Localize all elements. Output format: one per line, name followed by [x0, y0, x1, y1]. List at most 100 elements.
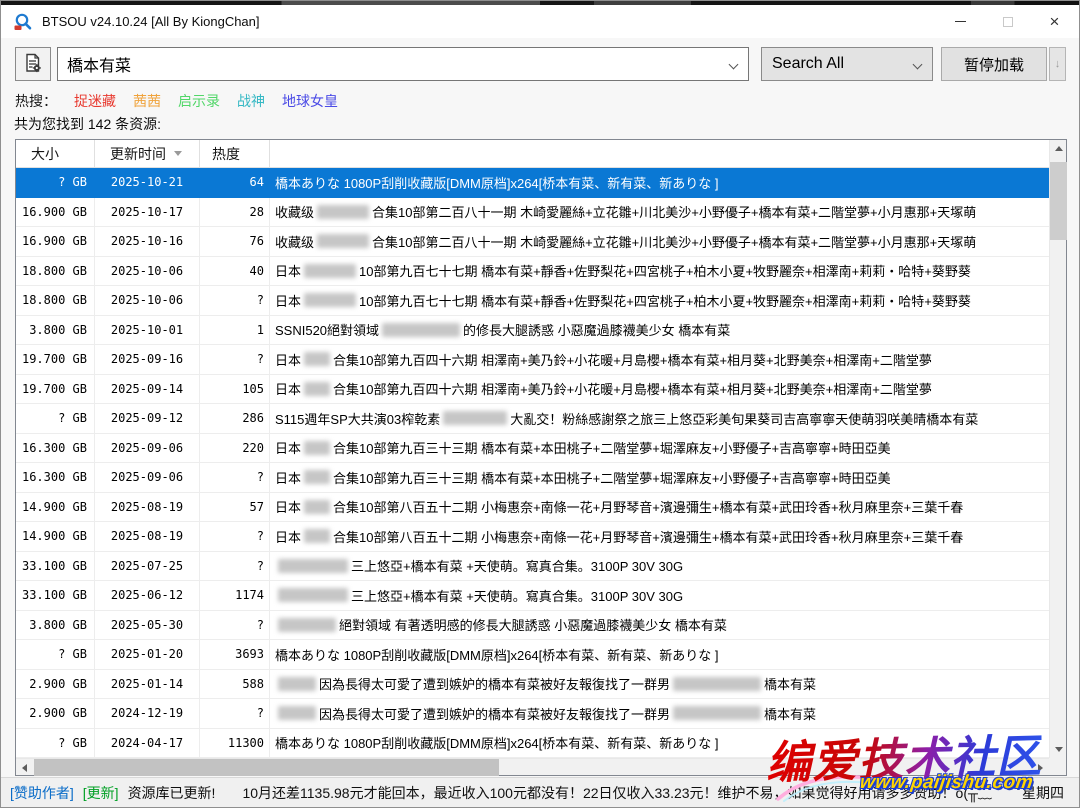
table-row[interactable]: 18.800 GB2025-10-06?日本10部第九百七十七期 橋本有菜+靜香…: [16, 286, 1049, 316]
hot-search-link-4[interactable]: 战神: [237, 91, 265, 111]
maximize-button[interactable]: [984, 5, 1031, 38]
search-engine-select[interactable]: Search All: [761, 47, 933, 81]
table-row[interactable]: 16.300 GB2025-09-06?日本合集10部第九百三十三期 橋本有菜+…: [16, 463, 1049, 493]
table-row[interactable]: 16.300 GB2025-09-06220日本合集10部第九百三十三期 橋本有…: [16, 434, 1049, 464]
title-text: 的修長大腿誘惑 小惡魔過膝襪美少女 橋本有菜: [463, 320, 730, 339]
title-text: 日本: [275, 379, 301, 398]
table-row[interactable]: 3.800 GB2025-05-30?絕對領域 有著透明感的修長大腿誘惑 小惡魔…: [16, 611, 1049, 641]
censored-text: [304, 529, 330, 543]
header-heat[interactable]: 热度: [200, 140, 270, 167]
table-row[interactable]: 16.900 GB2025-10-1728收藏级合集10部第二百八十一期 木崎愛…: [16, 198, 1049, 228]
scroll-up-button[interactable]: [1050, 140, 1067, 157]
update-link[interactable]: [更新]: [83, 783, 119, 803]
header-title[interactable]: [270, 140, 1049, 167]
search-input[interactable]: 橋本有菜: [57, 47, 749, 81]
document-gear-icon: [22, 52, 44, 77]
table-row[interactable]: 3.800 GB2025-10-011SSNI520絕對領域 的修長大腿誘惑 小…: [16, 316, 1049, 346]
cell-title: 三上悠亞+橋本有菜 +天使萌。寫真合集。3100P 30V 30G: [270, 581, 1049, 610]
cell-size: ? GB: [16, 729, 95, 758]
table-row[interactable]: 33.100 GB2025-07-25? 三上悠亞+橋本有菜 +天使萌。寫真合集…: [16, 552, 1049, 582]
cell-size: 19.700 GB: [16, 345, 95, 374]
cell-size: 19.700 GB: [16, 375, 95, 404]
censored-text: [304, 500, 330, 514]
cell-date: 2025-10-16: [95, 227, 200, 256]
table-row[interactable]: 16.900 GB2025-10-1676收藏级合集10部第二百八十一期 木崎愛…: [16, 227, 1049, 257]
title-text: 10部第九百七十七期 橋本有菜+靜香+佐野梨花+四宮桃子+柏木小夏+牧野麗奈+相…: [359, 291, 971, 310]
cell-heat: 40: [200, 257, 270, 286]
table-row[interactable]: ? GB2024-04-1711300橋本ありな 1080P刮削收藏版[DMM原…: [16, 729, 1049, 759]
table-row[interactable]: 33.100 GB2025-06-121174 三上悠亞+橋本有菜 +天使萌。寫…: [16, 581, 1049, 611]
hot-search-link-1[interactable]: 捉迷藏: [74, 91, 116, 111]
cell-date: 2025-08-19: [95, 493, 200, 522]
sponsor-author-link[interactable]: [赞助作者]: [10, 783, 74, 803]
censored-text: [278, 588, 348, 602]
minimize-button[interactable]: [937, 5, 984, 38]
horizontal-scroll-thumb[interactable]: [34, 759, 499, 776]
cell-size: 3.800 GB: [16, 611, 95, 640]
pause-loading-button[interactable]: 暂停加载: [941, 47, 1047, 81]
table-row[interactable]: 19.700 GB2025-09-16?日本合集10部第九百四十六期 相澤南+美…: [16, 345, 1049, 375]
triangle-right-icon: [1038, 764, 1043, 772]
cell-title: 日本合集10部第九百三十三期 橋本有菜+本田桃子+二階堂夢+堀澤麻友+小野優子+…: [270, 434, 1049, 463]
cell-title: 日本合集10部第九百四十六期 相澤南+美乃鈴+小花暖+月島櫻+橋本有菜+相月葵+…: [270, 345, 1049, 374]
download-drop-button[interactable]: ↓: [1049, 47, 1066, 81]
table-row[interactable]: 19.700 GB2025-09-14105日本合集10部第九百四十六期 相澤南…: [16, 375, 1049, 405]
chevron-down-icon[interactable]: [729, 60, 739, 70]
cell-title: 收藏级合集10部第二百八十一期 木崎愛麗絲+立花雛+川北美沙+小野優子+橋本有菜…: [270, 227, 1049, 256]
cell-title: 收藏级合集10部第二百八十一期 木崎愛麗絲+立花雛+川北美沙+小野優子+橋本有菜…: [270, 198, 1049, 227]
table-body: ? GB2025-10-2164橋本ありな 1080P刮削收藏版[DMM原档]x…: [16, 168, 1049, 758]
table-header: 大小 更新时间 热度: [16, 140, 1049, 168]
cell-heat: ?: [200, 345, 270, 374]
cell-title: S115週年SP大共演03榨乾素大亂交！粉絲感謝祭之旅三上悠亞彩美旬果葵司吉高寧…: [270, 404, 1049, 433]
header-date[interactable]: 更新时间: [95, 140, 200, 167]
table-row[interactable]: 14.900 GB2025-08-19?日本合集10部第八百五十二期 小梅惠奈+…: [16, 522, 1049, 552]
table-row[interactable]: 2.900 GB2025-01-14588 因為長得太可愛了遭到嫉妒的橋本有菜被…: [16, 670, 1049, 700]
cell-date: 2025-01-14: [95, 670, 200, 699]
minimize-icon: [955, 21, 966, 22]
table-row[interactable]: 18.800 GB2025-10-0640日本10部第九百七十七期 橋本有菜+靜…: [16, 257, 1049, 287]
search-settings-button[interactable]: [15, 47, 51, 81]
chevron-down-icon[interactable]: [913, 60, 923, 70]
scroll-left-button[interactable]: [16, 759, 33, 776]
cell-date: 2024-12-19: [95, 699, 200, 728]
cell-date: 2025-06-12: [95, 581, 200, 610]
horizontal-scrollbar[interactable]: [16, 758, 1049, 775]
vertical-scroll-thumb[interactable]: [1050, 162, 1067, 240]
maximize-icon: [1003, 17, 1013, 27]
window-title: BTSOU v24.10.24 [All By KiongChan]: [42, 14, 260, 29]
cell-title: 日本合集10部第八百五十二期 小梅惠奈+南條一花+月野琴音+濱邊彌生+橋本有菜+…: [270, 522, 1049, 551]
title-text: 橋本有菜: [764, 674, 816, 693]
cell-heat: 76: [200, 227, 270, 256]
cell-size: 16.300 GB: [16, 463, 95, 492]
table-row[interactable]: ? GB2025-09-12286S115週年SP大共演03榨乾素大亂交！粉絲感…: [16, 404, 1049, 434]
hot-search-link-3[interactable]: 启示录: [178, 91, 220, 111]
scroll-right-button[interactable]: [1032, 759, 1049, 776]
hot-search-link-5[interactable]: 地球女皇: [282, 91, 338, 111]
title-text: 收藏级: [275, 202, 314, 221]
close-button[interactable]: ×: [1031, 5, 1078, 38]
title-text: 日本: [275, 291, 301, 310]
header-size[interactable]: 大小: [16, 140, 95, 167]
update-status-text: 资源库已更新!: [128, 783, 216, 803]
title-text: 合集10部第八百五十二期 小梅惠奈+南條一花+月野琴音+濱邊彌生+橋本有菜+武田…: [333, 527, 963, 546]
cell-date: 2025-05-30: [95, 611, 200, 640]
titlebar: BTSOU v24.10.24 [All By KiongChan] ×: [1, 5, 1079, 38]
hot-search-link-2[interactable]: 茜茜: [133, 91, 161, 111]
cell-size: 2.900 GB: [16, 699, 95, 728]
table-row[interactable]: 14.900 GB2025-08-1957日本合集10部第八百五十二期 小梅惠奈…: [16, 493, 1049, 523]
table-row[interactable]: 2.900 GB2024-12-19? 因為長得太可愛了遭到嫉妒的橋本有菜被好友…: [16, 699, 1049, 729]
window-controls: ×: [937, 5, 1078, 38]
censored-text: [673, 706, 761, 720]
cell-date: 2025-08-19: [95, 522, 200, 551]
censored-text: [317, 234, 369, 248]
cell-title: 因為長得太可愛了遭到嫉妒的橋本有菜被好友報復找了一群男 橋本有菜: [270, 670, 1049, 699]
close-icon: ×: [1050, 13, 1060, 30]
table-row[interactable]: ? GB2025-01-203693橋本ありな 1080P刮削收藏版[DMM原档…: [16, 640, 1049, 670]
vertical-scrollbar[interactable]: [1049, 140, 1066, 758]
table-row[interactable]: ? GB2025-10-2164橋本ありな 1080P刮削收藏版[DMM原档]x…: [16, 168, 1049, 198]
scroll-down-button[interactable]: [1050, 741, 1067, 758]
cell-date: 2025-09-06: [95, 434, 200, 463]
title-text: 橋本有菜: [764, 704, 816, 723]
cell-heat: 3693: [200, 640, 270, 669]
censored-text: [304, 470, 330, 484]
